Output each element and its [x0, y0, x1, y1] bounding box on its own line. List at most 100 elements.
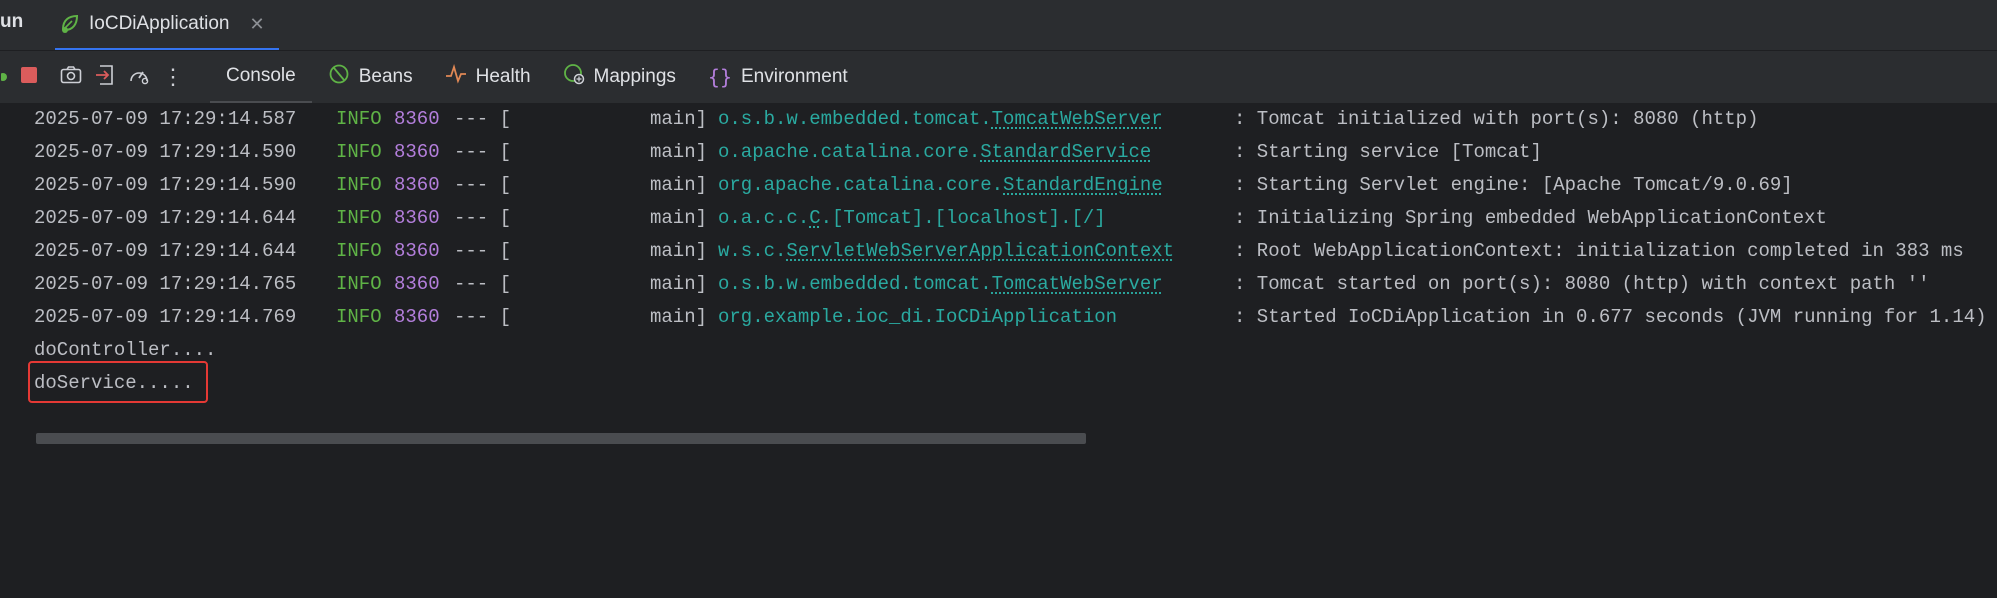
- log-logger-prefix: o.s.b.w.embedded.tomcat.: [718, 273, 992, 295]
- log-thread: main]: [650, 207, 708, 229]
- log-logger-link[interactable]: StandardService: [980, 141, 1151, 163]
- log-level: INFO: [336, 306, 382, 328]
- log-pid: 8360: [394, 108, 440, 130]
- highlight-annotation-box: [28, 361, 208, 403]
- tab-health[interactable]: Health: [429, 51, 547, 103]
- run-toolbar: ⋮ Console Beans Health Mappings {} Envir…: [0, 51, 1997, 103]
- environment-icon: {}: [707, 65, 732, 89]
- log-line: 2025-07-09 17:29:14.590 INFO 8360 --- [ …: [34, 169, 1997, 202]
- log-level: INFO: [336, 108, 382, 130]
- log-level: INFO: [336, 240, 382, 262]
- log-logger: o.s.b.w.embedded.tomcat.TomcatWebServer: [718, 103, 1163, 136]
- log-logger: w.s.c.ServletWebServerApplicationContext: [718, 235, 1174, 268]
- log-line: 2025-07-09 17:29:14.765 INFO 8360 --- [ …: [34, 268, 1997, 301]
- log-level: INFO: [336, 207, 382, 229]
- log-thread: main]: [650, 240, 708, 262]
- log-timestamp: 2025-07-09 17:29:14.644: [34, 240, 297, 262]
- log-message: : Tomcat initialized with port(s): 8080 …: [1234, 108, 1759, 130]
- tab-console-label: Console: [226, 65, 296, 86]
- log-logger-prefix: o.a.c.c.: [718, 207, 810, 229]
- log-logger: o.s.b.w.embedded.tomcat.TomcatWebServer: [718, 268, 1163, 301]
- log-logger-prefix: o.apache.catalina.core.: [718, 141, 981, 163]
- log-pid: 8360: [394, 240, 440, 262]
- health-icon: [445, 63, 467, 90]
- run-tool-window-label: un: [0, 11, 24, 32]
- log-separator: --- [: [454, 207, 512, 229]
- tab-mappings-label: Mappings: [593, 66, 676, 87]
- log-separator: --- [: [454, 141, 512, 163]
- log-logger: org.apache.catalina.core.StandardEngine: [718, 169, 1163, 202]
- log-separator: --- [: [454, 174, 512, 196]
- console-output-line: doController....: [34, 339, 217, 361]
- camera-icon: [60, 65, 82, 90]
- spring-leaf-run-icon: [59, 13, 81, 35]
- tab-mappings[interactable]: Mappings: [547, 51, 692, 103]
- log-line: 2025-07-09 17:29:14.587 INFO 8360 --- [ …: [34, 103, 1997, 136]
- log-thread: main]: [650, 108, 708, 130]
- log-logger: o.apache.catalina.core.StandardService: [718, 136, 1151, 169]
- log-line: 2025-07-09 17:29:14.769 INFO 8360 --- [ …: [34, 301, 1997, 334]
- log-logger-suffix: .[Tomcat].[localhost].[/]: [820, 207, 1106, 229]
- log-message: : Initializing Spring embedded WebApplic…: [1234, 207, 1827, 229]
- log-logger-link[interactable]: StandardEngine: [1003, 174, 1163, 196]
- log-separator: --- [: [454, 108, 512, 130]
- log-logger-prefix: o.s.b.w.embedded.tomcat.: [718, 108, 992, 130]
- more-options-button[interactable]: ⋮: [156, 60, 190, 94]
- console-output[interactable]: 2025-07-09 17:29:14.587 INFO 8360 --- [ …: [0, 103, 1997, 451]
- log-pid: 8360: [394, 207, 440, 229]
- log-timestamp: 2025-07-09 17:29:14.590: [34, 141, 297, 163]
- log-pid: 8360: [394, 174, 440, 196]
- tab-beans-label: Beans: [358, 66, 413, 87]
- console-output-line: doService.....: [34, 372, 194, 394]
- log-separator: --- [: [454, 306, 512, 328]
- log-level: INFO: [336, 174, 382, 196]
- log-message: : Tomcat started on port(s): 8080 (http)…: [1234, 273, 1930, 295]
- tab-environment[interactable]: {} Environment: [692, 51, 864, 103]
- exit-button[interactable]: [88, 60, 122, 94]
- log-thread: main]: [650, 306, 708, 328]
- log-timestamp: 2025-07-09 17:29:14.590: [34, 174, 297, 196]
- log-logger-link[interactable]: C: [809, 207, 820, 229]
- profiler-button[interactable]: [122, 60, 156, 94]
- log-thread: main]: [650, 174, 708, 196]
- log-logger-prefix: w.s.c.: [718, 240, 787, 262]
- close-icon[interactable]: ✕: [249, 14, 264, 35]
- log-logger-link[interactable]: TomcatWebServer: [992, 273, 1163, 295]
- console-lines: 2025-07-09 17:29:14.587 INFO 8360 --- [ …: [34, 103, 1997, 400]
- log-pid: 8360: [394, 141, 440, 163]
- tab-console[interactable]: Console: [210, 51, 312, 103]
- gauge-icon: [128, 65, 150, 90]
- snapshot-button[interactable]: [54, 60, 88, 94]
- run-tab-title: IoCDiApplication: [89, 13, 230, 34]
- log-timestamp: 2025-07-09 17:29:14.644: [34, 207, 297, 229]
- log-message: : Starting service [Tomcat]: [1234, 141, 1542, 163]
- log-level: INFO: [336, 141, 382, 163]
- tab-environment-label: Environment: [741, 66, 848, 87]
- run-tool-window-tabbar: un IoCDiApplication ✕: [0, 0, 1997, 51]
- log-logger: o.a.c.c.C.[Tomcat].[localhost].[/]: [718, 202, 1106, 235]
- log-timestamp: 2025-07-09 17:29:14.587: [34, 108, 297, 130]
- log-thread: main]: [650, 273, 708, 295]
- beans-icon: [328, 63, 350, 91]
- log-logger-link[interactable]: TomcatWebServer: [992, 108, 1163, 130]
- mappings-icon: [563, 63, 585, 91]
- log-message: : Root WebApplicationContext: initializa…: [1234, 240, 1964, 262]
- log-message: : Started IoCDiApplication in 0.677 seco…: [1234, 306, 1987, 328]
- log-message: : Starting Servlet engine: [Apache Tomca…: [1234, 174, 1793, 196]
- log-timestamp: 2025-07-09 17:29:14.765: [34, 273, 297, 295]
- rerun-icon[interactable]: [0, 60, 12, 94]
- log-level: INFO: [336, 273, 382, 295]
- log-separator: --- [: [454, 240, 512, 262]
- exit-icon: [95, 64, 115, 91]
- log-pid: 8360: [394, 306, 440, 328]
- stop-icon: [20, 66, 38, 89]
- tab-beans[interactable]: Beans: [312, 51, 429, 103]
- log-pid: 8360: [394, 273, 440, 295]
- horizontal-scrollbar[interactable]: [36, 433, 1086, 444]
- log-line: 2025-07-09 17:29:14.644 INFO 8360 --- [ …: [34, 235, 1997, 268]
- log-separator: --- [: [454, 273, 512, 295]
- stop-button[interactable]: [12, 60, 46, 94]
- log-logger-link[interactable]: ServletWebServerApplicationContext: [786, 240, 1174, 262]
- run-tab-iocdiapplication[interactable]: IoCDiApplication ✕: [55, 0, 279, 50]
- log-line: 2025-07-09 17:29:14.644 INFO 8360 --- [ …: [34, 202, 1997, 235]
